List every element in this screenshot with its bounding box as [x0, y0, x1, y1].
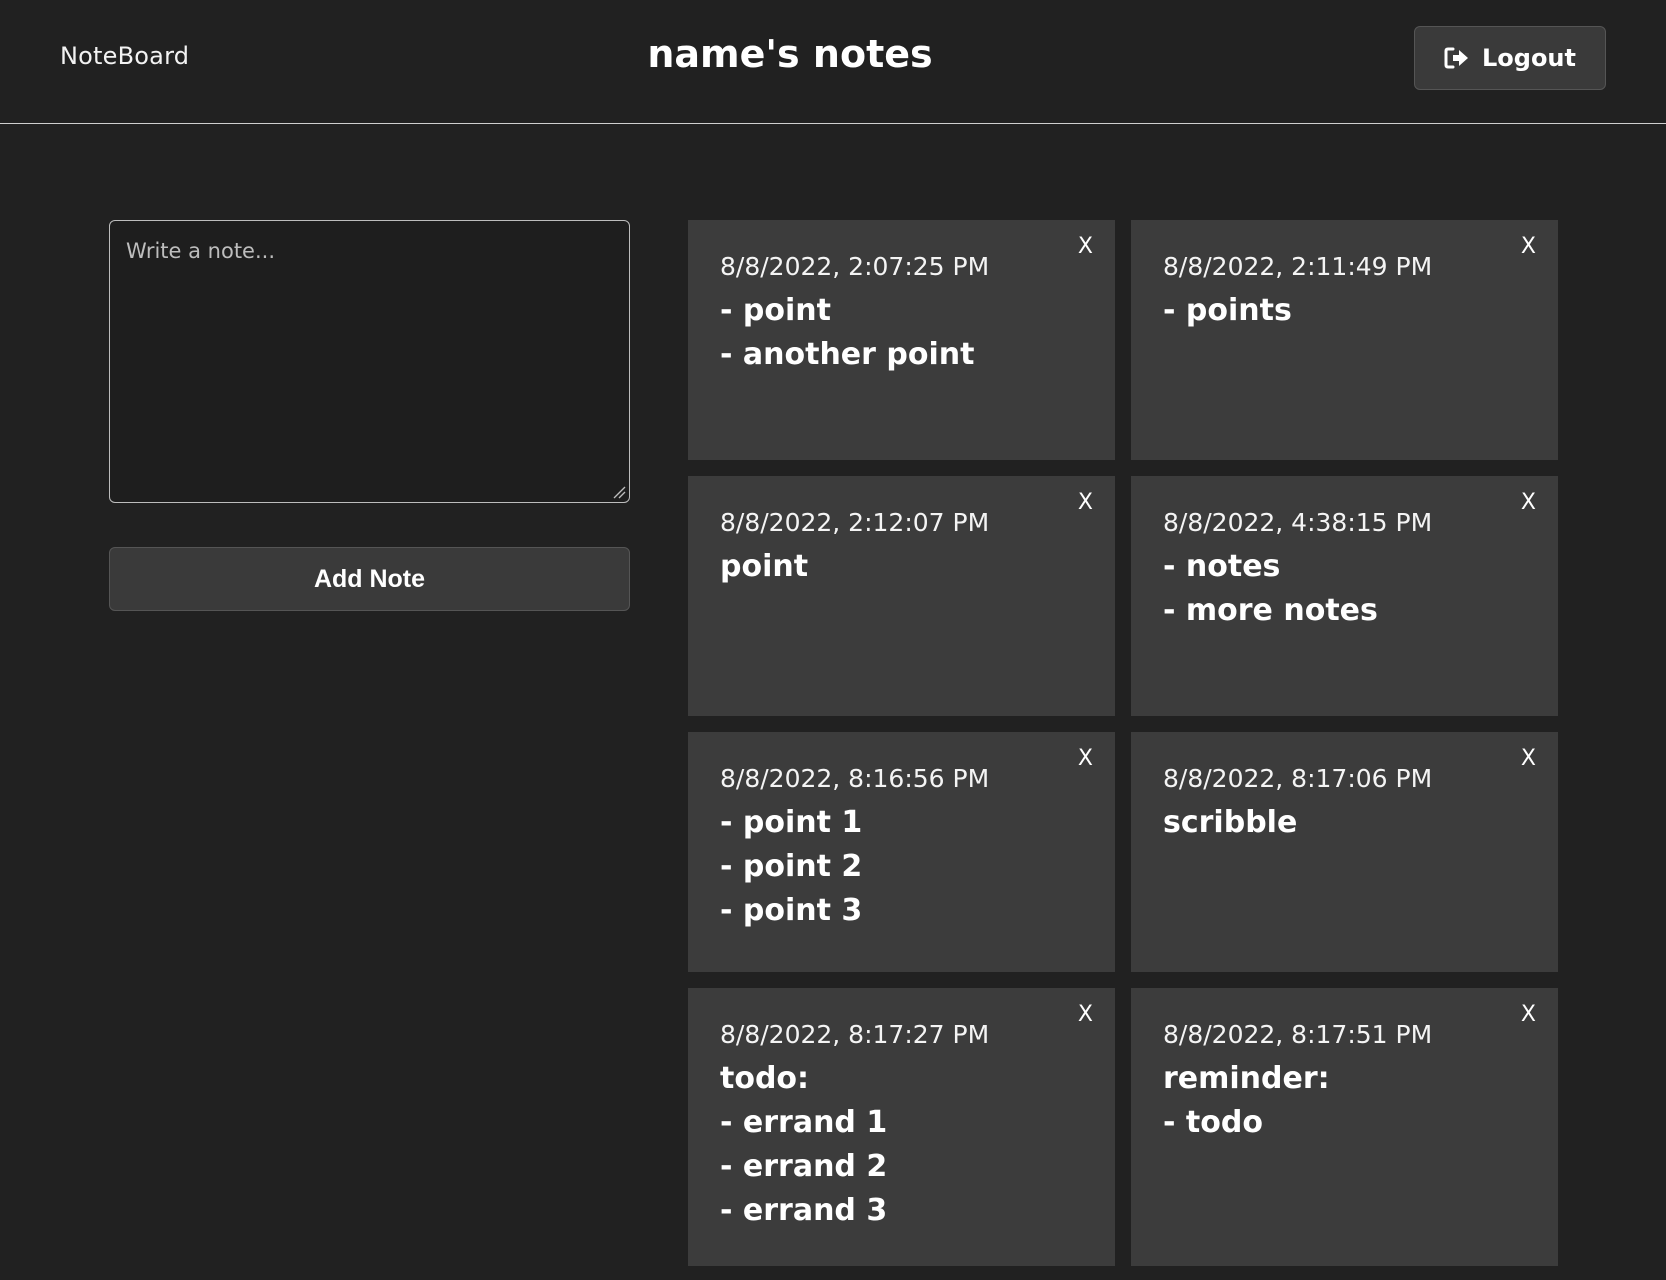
- delete-note-button[interactable]: X: [1078, 490, 1093, 515]
- note-input[interactable]: [109, 220, 630, 503]
- note-body: reminder: - todo: [1163, 1061, 1330, 1140]
- note-body: - points: [1163, 293, 1292, 328]
- note-body: todo: - errand 1 - errand 2 - errand 3: [720, 1061, 888, 1228]
- note-date: 8/8/2022, 4:38:15 PM: [1163, 508, 1433, 537]
- note-body: - notes - more notes: [1163, 549, 1378, 628]
- note-body: scribble: [1163, 805, 1298, 840]
- delete-note-button[interactable]: X: [1521, 1002, 1536, 1027]
- note-date: 8/8/2022, 8:17:27 PM: [720, 1020, 990, 1049]
- note-body: point: [720, 549, 809, 584]
- note-date: 8/8/2022, 8:17:06 PM: [1163, 764, 1433, 793]
- logout-label: Logout: [1481, 44, 1576, 72]
- delete-note-button[interactable]: X: [1078, 1002, 1093, 1027]
- note-date: 8/8/2022, 2:12:07 PM: [720, 508, 990, 537]
- note-date: 8/8/2022, 2:11:49 PM: [1163, 252, 1433, 281]
- note-card: X 8/8/2022, 2:11:49 PM - points: [1131, 220, 1558, 460]
- notes-grid: X 8/8/2022, 2:07:25 PM - point - another…: [688, 220, 1558, 1266]
- delete-note-button[interactable]: X: [1078, 234, 1093, 259]
- delete-note-button[interactable]: X: [1078, 746, 1093, 771]
- delete-note-button[interactable]: X: [1521, 234, 1536, 259]
- note-date: 8/8/2022, 8:16:56 PM: [720, 764, 990, 793]
- delete-note-button[interactable]: X: [1521, 746, 1536, 771]
- logout-button[interactable]: Logout: [1414, 26, 1606, 90]
- note-card: X 8/8/2022, 2:12:07 PM point: [688, 476, 1115, 716]
- resize-grip-icon[interactable]: [612, 485, 626, 499]
- note-card: X 8/8/2022, 4:38:15 PM - notes - more no…: [1131, 476, 1558, 716]
- add-note-button[interactable]: Add Note: [109, 547, 630, 611]
- top-header: NoteBoard name's notes Logout: [0, 0, 1666, 124]
- note-body: - point - another point: [720, 293, 975, 372]
- note-card: X 8/8/2022, 8:17:51 PM reminder: - todo: [1131, 988, 1558, 1266]
- note-card: X 8/8/2022, 2:07:25 PM - point - another…: [688, 220, 1115, 460]
- delete-note-button[interactable]: X: [1521, 490, 1536, 515]
- note-body: - point 1 - point 2 - point 3: [720, 805, 863, 928]
- note-card: X 8/8/2022, 8:16:56 PM - point 1 - point…: [688, 732, 1115, 972]
- page-title: name's notes: [647, 32, 933, 76]
- note-date: 8/8/2022, 2:07:25 PM: [720, 252, 990, 281]
- note-date: 8/8/2022, 8:17:51 PM: [1163, 1020, 1433, 1049]
- note-card: X 8/8/2022, 8:17:27 PM todo: - errand 1 …: [688, 988, 1115, 1266]
- logout-icon: [1444, 46, 1470, 70]
- note-card: X 8/8/2022, 8:17:06 PM scribble: [1131, 732, 1558, 972]
